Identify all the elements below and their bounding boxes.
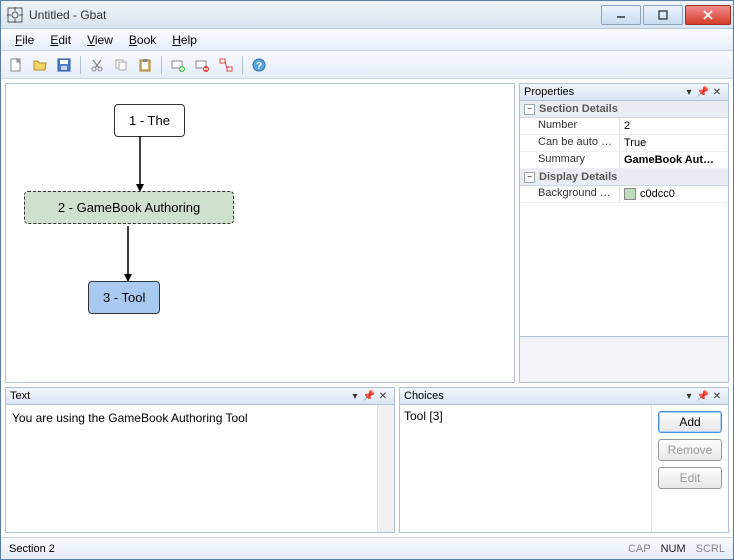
- text-panel: Text ▾ 📌 ✕ You are using the GameBook Au…: [5, 387, 395, 533]
- color-swatch: [624, 188, 636, 200]
- panel-dropdown-icon[interactable]: ▾: [682, 85, 696, 99]
- node-3[interactable]: 3 - Tool: [88, 281, 160, 314]
- node-2[interactable]: 2 - GameBook Authoring: [24, 191, 234, 224]
- open-file-icon[interactable]: [29, 54, 51, 76]
- panel-close-icon[interactable]: ✕: [376, 389, 390, 403]
- choices-panel: Choices ▾ 📌 ✕ Tool [3] Add Remove Edit: [399, 387, 729, 533]
- app-icon: [7, 7, 23, 23]
- window-title: Untitled - Gbat: [29, 8, 599, 22]
- prop-row-summary[interactable]: SummaryGameBook Aut…: [520, 152, 728, 169]
- property-grid[interactable]: −Section Details Number2 Can be auto s…T…: [520, 101, 728, 334]
- menu-view[interactable]: View: [79, 31, 121, 49]
- choices-panel-title: Choices: [404, 390, 682, 402]
- maximize-button[interactable]: [643, 5, 683, 25]
- text-panel-title: Text: [10, 390, 348, 402]
- text-input[interactable]: You are using the GameBook Authoring Too…: [6, 405, 377, 532]
- prop-group-display[interactable]: −Display Details: [520, 169, 728, 186]
- panel-dropdown-icon[interactable]: ▾: [348, 389, 362, 403]
- panel-dropdown-icon[interactable]: ▾: [682, 389, 696, 403]
- panel-pin-icon[interactable]: 📌: [362, 389, 376, 403]
- help-icon[interactable]: ?: [248, 54, 270, 76]
- panel-pin-icon[interactable]: 📌: [696, 85, 710, 99]
- status-scrl: SCRL: [696, 543, 725, 555]
- menubar: Filedocument.currentScript.previousEleme…: [1, 29, 733, 51]
- add-button[interactable]: Add: [658, 411, 722, 433]
- delete-node-icon[interactable]: [191, 54, 213, 76]
- collapse-icon[interactable]: −: [524, 104, 535, 115]
- properties-title: Properties: [524, 86, 682, 98]
- canvas[interactable]: 1 - The 2 - GameBook Authoring 3 - Tool: [5, 83, 515, 383]
- svg-text:?: ?: [256, 61, 262, 72]
- minimize-button[interactable]: [601, 5, 641, 25]
- menu-help[interactable]: Help: [164, 31, 205, 49]
- add-node-icon[interactable]: [167, 54, 189, 76]
- status-left: Section 2: [9, 543, 618, 555]
- cut-icon[interactable]: [86, 54, 108, 76]
- link-icon[interactable]: [215, 54, 237, 76]
- statusbar: Section 2 CAP NUM SCRL: [1, 537, 733, 559]
- prop-row-canauto[interactable]: Can be auto s…True: [520, 135, 728, 152]
- node-1[interactable]: 1 - The: [114, 104, 185, 137]
- panel-pin-icon[interactable]: 📌: [696, 389, 710, 403]
- toolbar: ?: [1, 51, 733, 79]
- titlebar: Untitled - Gbat: [1, 1, 733, 29]
- choice-item[interactable]: Tool [3]: [404, 409, 647, 423]
- menu-file[interactable]: Filedocument.currentScript.previousEleme…: [7, 31, 42, 49]
- new-file-icon[interactable]: [5, 54, 27, 76]
- app-window: Untitled - Gbat Filedocument.currentScri…: [0, 0, 734, 560]
- edit-button[interactable]: Edit: [658, 467, 722, 489]
- panel-close-icon[interactable]: ✕: [710, 85, 724, 99]
- property-description: [520, 336, 728, 382]
- collapse-icon[interactable]: −: [524, 172, 535, 183]
- prop-row-bgcolor[interactable]: Background C…c0dcc0: [520, 186, 728, 203]
- copy-icon[interactable]: [110, 54, 132, 76]
- prop-group-section[interactable]: −Section Details: [520, 101, 728, 118]
- prop-row-number[interactable]: Number2: [520, 118, 728, 135]
- status-num: NUM: [661, 543, 686, 555]
- menu-edit[interactable]: Edit: [42, 31, 79, 49]
- remove-button[interactable]: Remove: [658, 439, 722, 461]
- save-file-icon[interactable]: [53, 54, 75, 76]
- choices-list[interactable]: Tool [3]: [400, 405, 652, 532]
- status-cap: CAP: [628, 543, 651, 555]
- scrollbar[interactable]: [377, 405, 394, 532]
- paste-icon[interactable]: [134, 54, 156, 76]
- menu-book[interactable]: Book: [121, 31, 164, 49]
- properties-panel: Properties ▾ 📌 ✕ −Section Details Number…: [519, 83, 729, 383]
- main-area: 1 - The 2 - GameBook Authoring 3 - Tool …: [1, 79, 733, 537]
- close-button[interactable]: [685, 5, 731, 25]
- panel-close-icon[interactable]: ✕: [710, 389, 724, 403]
